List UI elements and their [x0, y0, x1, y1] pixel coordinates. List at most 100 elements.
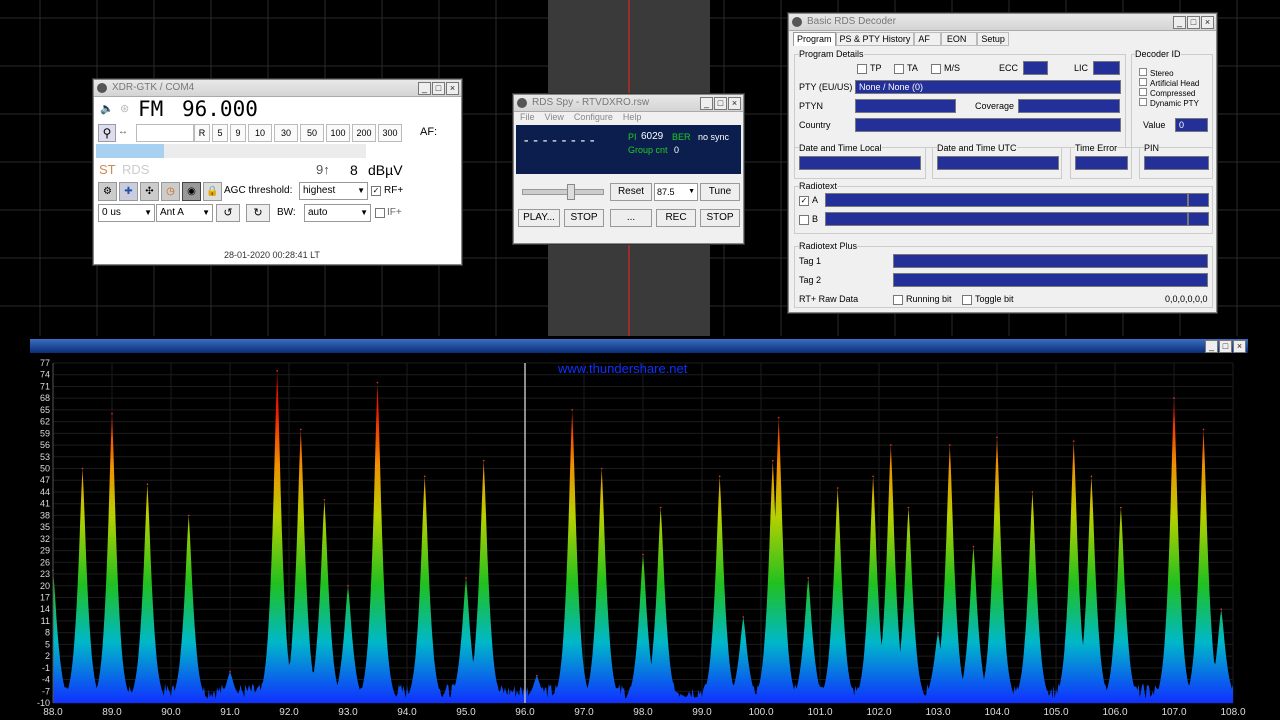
- close-button[interactable]: ×: [1201, 16, 1214, 29]
- rf-label: RF+: [384, 185, 404, 196]
- volume-slider[interactable]: [522, 184, 604, 200]
- speaker-icon[interactable]: 🔈: [100, 102, 114, 115]
- y-tick-label: 35: [40, 522, 50, 532]
- x-tick-label: 99.0: [692, 707, 712, 718]
- close-button[interactable]: ×: [446, 82, 459, 95]
- bandwidth-select[interactable]: auto ▼: [304, 204, 371, 222]
- decoder-id-checkbox[interactable]: [1139, 98, 1147, 106]
- step-button[interactable]: R: [194, 124, 210, 142]
- y-tick-label: 47: [40, 475, 50, 485]
- pty-label: PTY (EU/US): [799, 82, 853, 92]
- minimize-button[interactable]: _: [1173, 16, 1186, 29]
- decoder-id-checkbox[interactable]: [1139, 68, 1147, 76]
- step-button[interactable]: 200: [352, 124, 376, 142]
- step-button[interactable]: 30: [274, 124, 298, 142]
- rt-b-checkbox[interactable]: [799, 215, 809, 225]
- menu-item[interactable]: File: [520, 112, 535, 122]
- stop-play-button[interactable]: STOP: [564, 209, 604, 227]
- rotator-icon[interactable]: ◉: [182, 182, 201, 201]
- decoder-id-item[interactable]: Compressed: [1139, 88, 1199, 98]
- maximize-button[interactable]: □: [432, 82, 445, 95]
- spectrum-peak: [465, 577, 467, 579]
- decoder-id-item[interactable]: Dynamic PTY: [1139, 98, 1199, 108]
- scan-icon[interactable]: ✣: [140, 182, 159, 201]
- close-button[interactable]: ×: [1233, 340, 1246, 353]
- tab-eon[interactable]: EON: [940, 32, 978, 46]
- frequency-display[interactable]: 96.000: [182, 97, 258, 121]
- connect-icon[interactable]: ✚: [119, 182, 138, 201]
- decoder-id-checkbox[interactable]: [1139, 78, 1147, 86]
- signal-value: 8: [350, 162, 358, 178]
- spectrum-titlebar[interactable]: _ □ ×: [30, 339, 1248, 353]
- tool-icons: ⚙ ✚ ✣ ◷ ◉ 🔒: [98, 182, 222, 201]
- tab-setup[interactable]: Setup: [977, 32, 1009, 46]
- minimize-button[interactable]: _: [418, 82, 431, 95]
- rf-checkbox[interactable]: ✓: [371, 186, 381, 196]
- tp-checkbox[interactable]: [857, 64, 867, 74]
- tab-af[interactable]: AF: [914, 32, 941, 46]
- spectrum-plot[interactable]: 7774716865625956535047444138353229262320…: [30, 353, 1248, 720]
- rt-a-label: A: [812, 195, 819, 205]
- tab-ps-pty-history[interactable]: PS & PTY History: [835, 32, 915, 46]
- minimize-button[interactable]: _: [1205, 340, 1218, 353]
- tune-button[interactable]: Tune: [700, 183, 740, 201]
- spectrum-peak: [718, 475, 721, 478]
- step-button[interactable]: 50: [300, 124, 324, 142]
- browse-button[interactable]: ...: [610, 209, 652, 227]
- close-button[interactable]: ×: [728, 97, 741, 110]
- search-icon[interactable]: ⚲: [98, 124, 116, 142]
- value-label: Value: [1143, 120, 1166, 130]
- antenna-select[interactable]: Ant A ▼: [156, 204, 213, 222]
- step-button[interactable]: 100: [326, 124, 350, 142]
- toggle-bit-checkbox[interactable]: [962, 295, 972, 305]
- frequency-input[interactable]: [136, 124, 194, 142]
- agc-select[interactable]: highest ▼: [299, 182, 368, 200]
- stop-record-button[interactable]: STOP: [700, 209, 740, 227]
- decoder-id-item[interactable]: Artificial Head: [1139, 78, 1199, 88]
- y-tick-label: 44: [40, 487, 50, 497]
- lock-icon[interactable]: 🔒: [203, 182, 222, 201]
- if-checkbox[interactable]: [375, 208, 385, 218]
- xdr-titlebar[interactable]: XDR-GTK / COM4 _ □ ×: [94, 80, 461, 97]
- maximize-button[interactable]: □: [1219, 340, 1232, 353]
- ms-checkbox[interactable]: [931, 64, 941, 74]
- rds-spy-titlebar[interactable]: RDS Spy - RTVDXRO.rsw _ □ ×: [514, 95, 743, 112]
- ta-checkbox[interactable]: [894, 64, 904, 74]
- rt-a-checkbox[interactable]: ✓: [799, 196, 809, 206]
- step-button[interactable]: 9: [230, 124, 246, 142]
- step-button[interactable]: 10: [248, 124, 272, 142]
- settings-icon[interactable]: ⚙: [98, 182, 117, 201]
- tp-label: TP: [870, 63, 882, 73]
- program-details-label: Program Details: [799, 49, 864, 59]
- spectrum-peak: [937, 631, 939, 634]
- rds-decoder-titlebar[interactable]: Basic RDS Decoder _ □ ×: [789, 14, 1216, 31]
- record-button[interactable]: REC: [656, 209, 696, 227]
- decoder-id-item[interactable]: Stereo: [1139, 68, 1199, 78]
- maximize-button[interactable]: □: [714, 97, 727, 110]
- deemphasis-select[interactable]: 0 us ▼: [98, 204, 155, 222]
- menu-item[interactable]: Help: [623, 112, 642, 122]
- play-button[interactable]: PLAY...: [518, 209, 560, 227]
- clock-icon[interactable]: ◷: [161, 182, 180, 201]
- step-button[interactable]: 300: [378, 124, 402, 142]
- tab-program[interactable]: Program: [793, 32, 836, 46]
- slider-thumb[interactable]: [567, 184, 575, 200]
- x-tick-label: 103.0: [925, 707, 950, 718]
- arrows-icon[interactable]: ↔: [118, 126, 128, 137]
- maximize-button[interactable]: □: [1187, 16, 1200, 29]
- rotate-left-button[interactable]: ↺: [216, 204, 240, 222]
- spectrum-peak: [1202, 428, 1205, 431]
- menu-item[interactable]: View: [545, 112, 564, 122]
- menu-item[interactable]: Configure: [574, 112, 613, 122]
- frequency-select[interactable]: 87.5 ▼: [654, 183, 698, 201]
- reset-button[interactable]: Reset: [610, 183, 652, 201]
- running-bit-checkbox[interactable]: [893, 295, 903, 305]
- step-button[interactable]: 5: [212, 124, 228, 142]
- pi-label: PI: [628, 132, 637, 142]
- minimize-button[interactable]: _: [700, 97, 713, 110]
- rotate-right-button[interactable]: ↻: [246, 204, 270, 222]
- spectrum-peak: [777, 416, 780, 419]
- date-time-local-field: [799, 156, 921, 170]
- x-tick-label: 94.0: [397, 707, 417, 718]
- decoder-id-checkbox[interactable]: [1139, 88, 1147, 96]
